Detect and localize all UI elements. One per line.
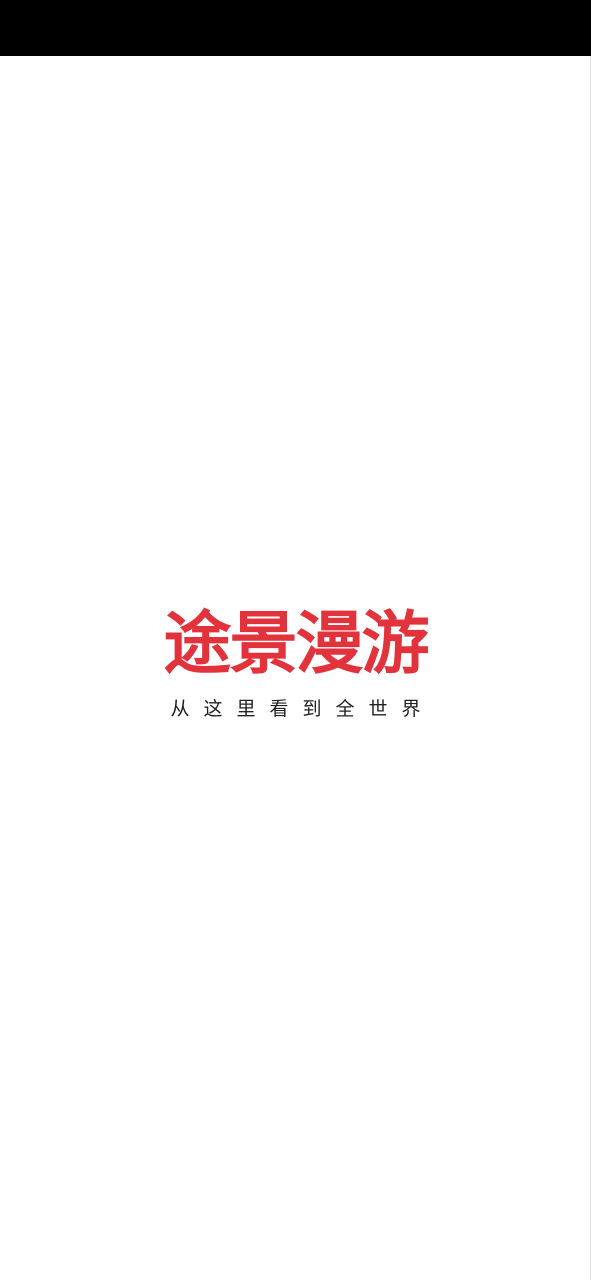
app-name-logo: 途景漫游 — [163, 605, 429, 684]
splash-screen: 途景漫游 从这里看到全世界 — [0, 0, 591, 1280]
status-bar — [0, 0, 591, 56]
app-tagline: 从这里看到全世界 — [170, 698, 435, 720]
splash-logo: 途景漫游 从这里看到全世界 — [0, 604, 591, 722]
